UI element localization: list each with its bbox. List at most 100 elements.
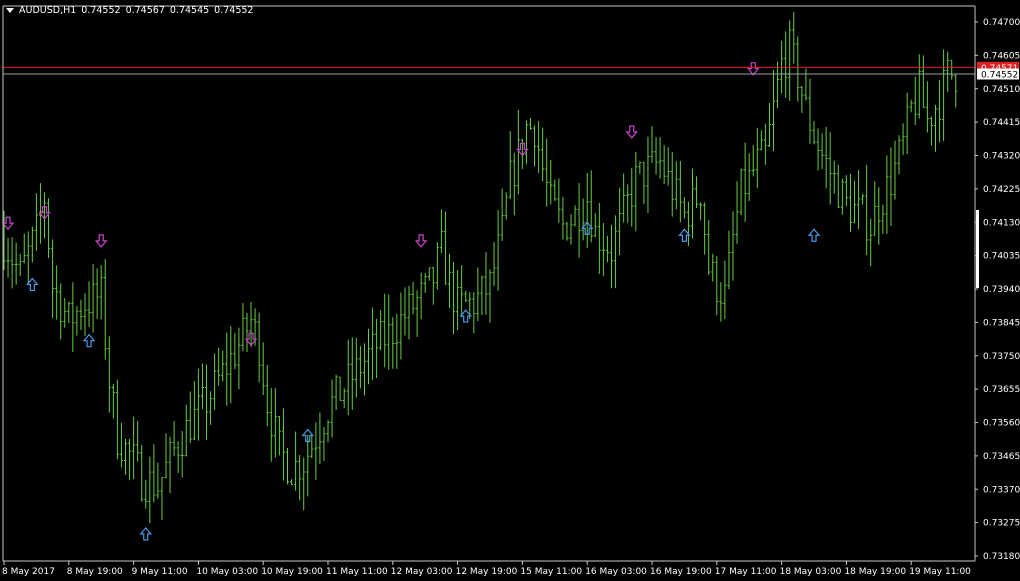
ohlc-bar [306, 434, 310, 497]
y-tick-label: 0.74700 [983, 18, 1020, 28]
ohlc-bar [727, 230, 731, 290]
ohlc-bar [751, 145, 755, 177]
ohlc-bar [492, 241, 496, 287]
ohlc-bar [828, 132, 832, 205]
symbol-info-bar[interactable]: AUDUSD,H1 0.74552 0.74567 0.74545 0.7455… [4, 3, 253, 17]
ohlc-bar [67, 301, 71, 324]
ohlc-bar [124, 438, 127, 475]
ohlc-bar [545, 138, 549, 207]
ohlc-bar [221, 350, 225, 382]
ohlc-bar [411, 281, 415, 315]
ohlc-bar [654, 137, 658, 175]
ohlc-bar [901, 123, 905, 155]
ohlc-bar [695, 176, 699, 209]
ohlc-bar [508, 130, 512, 199]
ohlc-bar [699, 202, 703, 221]
price-tags: 0.745710.74552 [977, 61, 1019, 80]
ohlc-bar [439, 209, 443, 254]
ohlc-bar [921, 55, 925, 108]
ohlc-bar [371, 307, 375, 381]
dropdown-triangle-icon[interactable] [6, 7, 14, 13]
y-tick-label: 0.73370 [983, 485, 1020, 495]
ohlc-bar [897, 135, 901, 175]
buy-arrow-icon [678, 228, 691, 242]
y-tick-label: 0.74510 [983, 85, 1020, 95]
ohlc-bar [634, 152, 638, 232]
ohlc-bar [597, 202, 601, 274]
ohlc-bar [646, 136, 650, 213]
buy-arrow-icon [82, 333, 96, 348]
y-tick-label: 0.74415 [983, 118, 1020, 128]
ohlc-bar [391, 317, 395, 369]
ohlc-bar [820, 133, 824, 169]
ohlc-bar [934, 104, 937, 152]
ohlc-bar [869, 218, 873, 267]
ohlc-bar [192, 381, 196, 441]
ohlc-bar [91, 264, 95, 333]
ohlc-bar [87, 281, 91, 328]
ohlc-bar [630, 167, 634, 227]
ohlc-bar [496, 209, 500, 291]
ohlc-bar [682, 197, 686, 219]
ohlc-bar [257, 312, 261, 383]
ohlc-bar [848, 173, 852, 233]
ohlc-bar [83, 293, 87, 336]
ohlc-bar [43, 192, 46, 239]
ohlc-bar [245, 312, 249, 353]
x-tick-label: 18 May 03:00 [780, 567, 842, 577]
ohlc-bar [225, 332, 229, 406]
ohlc-bar [743, 142, 747, 222]
ohlc-bar [75, 305, 79, 336]
ohlc-bar [549, 159, 553, 205]
ohlc-bar [63, 298, 67, 328]
sell-arrow-icon [94, 234, 108, 248]
ohlc-bar [460, 265, 464, 318]
ohlc-bar [905, 92, 909, 155]
ohlc-bar [658, 137, 662, 179]
scroll-marker[interactable] [976, 210, 979, 288]
ohlc-bar [925, 81, 929, 133]
ohlc-bar [929, 116, 933, 146]
ohlc-bar [354, 337, 358, 398]
ohlc-bar [796, 36, 800, 102]
ohlc-bar [358, 346, 362, 389]
price-lines [3, 66, 975, 75]
ohlc-bar [557, 178, 561, 223]
ohlc-bar [55, 265, 59, 320]
x-tick-label: 12 May 03:00 [391, 567, 453, 577]
ohlc-bar [573, 205, 577, 227]
x-tick-label: 10 May 19:00 [261, 567, 323, 577]
ohlc-bar [938, 80, 942, 143]
price-chart[interactable]: 0.74700 0.74605 0.74510 0.74415 0.74320 0.742… [0, 0, 1020, 581]
ohlc-bar [638, 161, 642, 175]
ohlc-bar [889, 147, 893, 227]
bid-price-tag: 0.74552 [977, 68, 1019, 80]
ohlc-bar [703, 202, 707, 255]
y-tick-label: 0.73560 [983, 419, 1020, 429]
ohlc-bar [269, 388, 273, 462]
ohlc-bar [375, 318, 379, 379]
x-tick-label: 16 May 19:00 [650, 567, 712, 577]
ohlc-bar [614, 215, 618, 289]
y-tick-label: 0.73845 [983, 318, 1020, 328]
ohlc-bar [164, 433, 168, 479]
y-tick-label: 0.73275 [983, 519, 1020, 529]
ohlc-bar [314, 422, 318, 480]
ohlc-bar [419, 272, 423, 320]
ohlc-bar [529, 117, 532, 130]
ohlc-bar [581, 198, 585, 241]
ohlc-bar [111, 383, 115, 419]
open-price: 0.74552 [81, 4, 121, 16]
ohlc-bar [484, 252, 488, 315]
ohlc-bar [942, 49, 946, 142]
svg-text:0.74552: 0.74552 [981, 70, 1018, 80]
ohlc-bar [435, 242, 439, 290]
ohlc-bar [10, 237, 14, 289]
x-tick-label: 17 May 11:00 [715, 567, 777, 577]
y-tick-label: 0.73655 [983, 385, 1020, 395]
ohlc-bar [488, 269, 492, 323]
ohlc-bar [265, 364, 269, 427]
ohlc-bar [569, 213, 573, 245]
x-tick-label: 18 May 19:00 [844, 567, 906, 577]
ohlc-bar [144, 479, 148, 509]
